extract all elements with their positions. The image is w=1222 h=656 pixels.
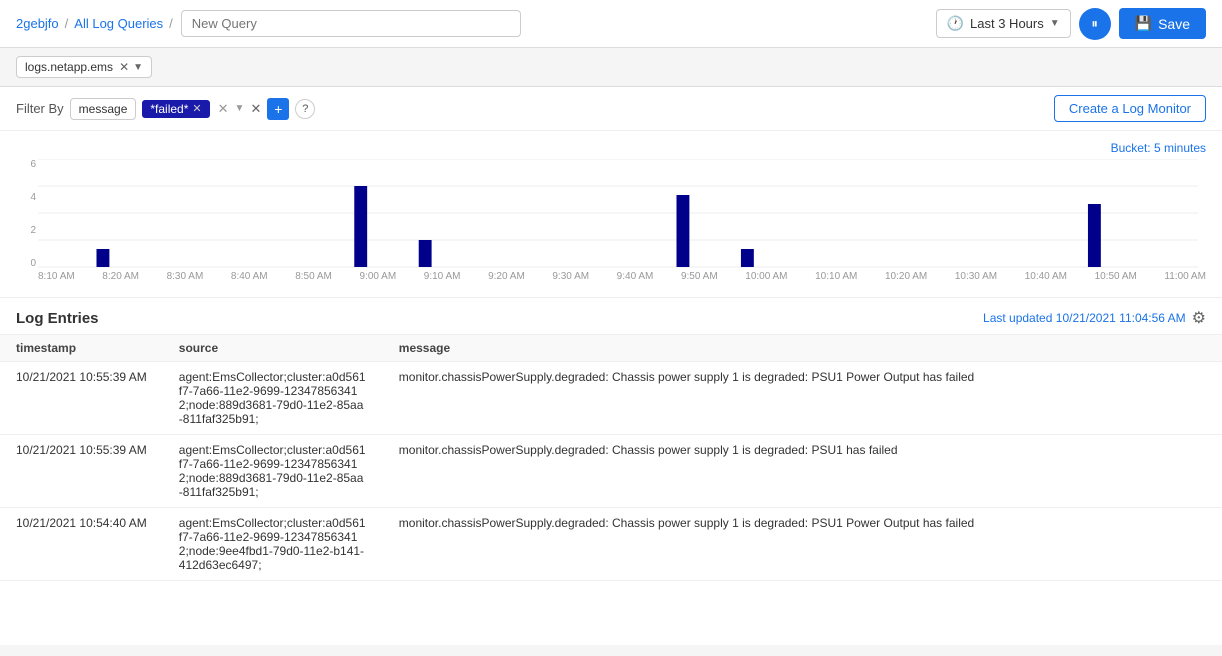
filter-tag: *failed* ✕: [142, 100, 209, 118]
breadcrumb-sep2: /: [169, 16, 173, 31]
table-row: 10/21/2021 10:54:40 AM agent:EmsCollecto…: [0, 508, 1222, 581]
filter-field[interactable]: message: [70, 98, 137, 120]
cell-source: agent:EmsCollector;cluster:a0d561f7-7a66…: [163, 362, 383, 435]
settings-icon[interactable]: ⚙: [1192, 308, 1206, 328]
filter-help-button[interactable]: ?: [295, 99, 315, 119]
bucket-label: Bucket: 5 minutes: [16, 141, 1206, 155]
header-bar: 2gebjfo / All Log Queries / 🕐 Last 3 Hou…: [0, 0, 1222, 48]
cell-timestamp: 10/21/2021 10:55:39 AM: [0, 362, 163, 435]
log-table: timestamp source message 10/21/2021 10:5…: [0, 335, 1222, 581]
breadcrumb: 2gebjfo / All Log Queries /: [16, 16, 173, 31]
filter-bar: logs.netapp.ems ✕ ▼: [0, 48, 1222, 87]
chart-area: Bucket: 5 minutes 6 4 2 0: [0, 131, 1222, 298]
breadcrumb-sep1: /: [65, 16, 69, 31]
breadcrumb-logs[interactable]: All Log Queries: [74, 16, 163, 31]
log-section: Log Entries Last updated 10/21/2021 11:0…: [0, 298, 1222, 645]
col-header-source: source: [163, 335, 383, 362]
table-row: 10/21/2021 10:55:39 AM agent:EmsCollecto…: [0, 362, 1222, 435]
cell-message: monitor.chassisPowerSupply.degraded: Cha…: [383, 508, 1222, 581]
data-source-label: logs.netapp.ems: [25, 60, 113, 74]
log-scroll-area[interactable]: timestamp source message 10/21/2021 10:5…: [0, 335, 1222, 645]
data-source-close-icon[interactable]: ✕: [119, 60, 129, 74]
filter-dropdown-icon[interactable]: ▼: [235, 103, 245, 114]
filter-add-button[interactable]: +: [267, 98, 289, 120]
filter-clear-button[interactable]: ✕: [250, 101, 261, 117]
table-row: 10/21/2021 10:55:39 AM agent:EmsCollecto…: [0, 435, 1222, 508]
save-icon: 💾: [1135, 15, 1152, 32]
filter-tag-value: *failed*: [150, 102, 188, 116]
log-updated-value: 10/21/2021 11:04:56 AM: [1056, 311, 1186, 325]
cell-source: agent:EmsCollector;cluster:a0d561f7-7a66…: [163, 508, 383, 581]
log-header-right: Last updated 10/21/2021 11:04:56 AM ⚙: [983, 308, 1206, 328]
chevron-down-icon: ▼: [1050, 18, 1060, 29]
bucket-text: Bucket:: [1111, 141, 1151, 155]
log-entries-title: Log Entries: [16, 310, 99, 327]
header-right: 🕐 Last 3 Hours ▼ ⏸ 💾 Save: [936, 8, 1206, 40]
pause-button[interactable]: ⏸: [1079, 8, 1111, 40]
cell-message: monitor.chassisPowerSupply.degraded: Cha…: [383, 362, 1222, 435]
y-axis: 6 4 2 0: [16, 159, 36, 269]
help-icon: ?: [302, 103, 308, 115]
save-label: Save: [1158, 16, 1190, 32]
filter-row: Filter By message *failed* ✕ ✕ ▼ ✕ + ? C…: [0, 87, 1222, 131]
time-range-selector[interactable]: 🕐 Last 3 Hours ▼: [936, 9, 1071, 38]
bucket-value: 5 minutes: [1154, 141, 1206, 155]
clock-icon: 🕐: [947, 15, 964, 32]
breadcrumb-org[interactable]: 2gebjfo: [16, 16, 59, 31]
x-axis: 8:10 AM 8:20 AM 8:30 AM 8:40 AM 8:50 AM …: [16, 271, 1206, 282]
cell-source: agent:EmsCollector;cluster:a0d561f7-7a66…: [163, 435, 383, 508]
create-log-monitor-button[interactable]: Create a Log Monitor: [1054, 95, 1206, 122]
data-source-dropdown-icon[interactable]: ▼: [133, 62, 143, 73]
chart-container: 6 4 2 0 8:10 AM: [16, 159, 1206, 289]
filter-tag-remove-icon[interactable]: ✕: [192, 102, 201, 115]
filter-clear-x-icon[interactable]: ✕: [218, 101, 229, 117]
data-source-tag: logs.netapp.ems ✕ ▼: [16, 56, 152, 78]
log-updated-label: Last updated 10/21/2021 11:04:56 AM: [983, 311, 1186, 325]
cell-timestamp: 10/21/2021 10:55:39 AM: [0, 435, 163, 508]
filter-by-label: Filter By: [16, 101, 64, 116]
filter-field-label: message: [79, 102, 128, 116]
save-button[interactable]: 💾 Save: [1119, 8, 1206, 39]
col-header-timestamp: timestamp: [0, 335, 163, 362]
table-header-row: timestamp source message: [0, 335, 1222, 362]
col-header-message: message: [383, 335, 1222, 362]
chart-svg: [38, 159, 1198, 269]
pause-icon: ⏸: [1091, 16, 1098, 32]
cell-message: monitor.chassisPowerSupply.degraded: Cha…: [383, 435, 1222, 508]
log-header: Log Entries Last updated 10/21/2021 11:0…: [0, 298, 1222, 335]
query-input[interactable]: [181, 10, 521, 37]
cell-timestamp: 10/21/2021 10:54:40 AM: [0, 508, 163, 581]
time-range-label: Last 3 Hours: [970, 16, 1044, 31]
